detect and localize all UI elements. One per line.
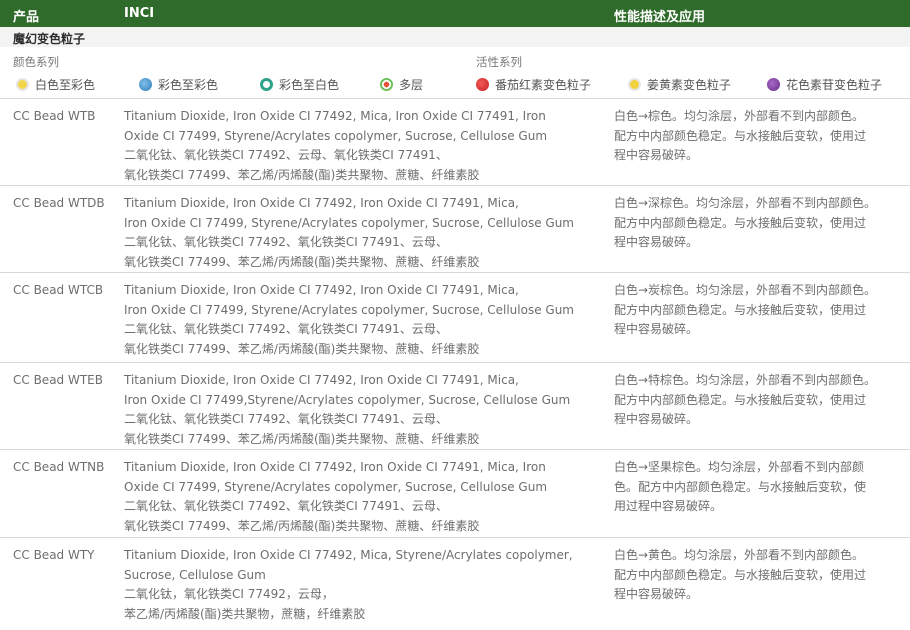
section-title-bar: 魔幻变色粒子 <box>0 27 910 47</box>
inci-line: 二氧化钛，氧化铁类CI 77492，云母， <box>124 587 334 601</box>
inci-line: Iron Oxide CI 77499,Styrene/Acrylates co… <box>124 392 571 407</box>
inci-line: Iron Oxide CI 77499, Styrene/Acrylates c… <box>124 302 574 317</box>
inci-line: 二氧化钛、氧化铁类CI 77492、氧化铁类CI 77491、云母、 <box>124 322 448 336</box>
teal-ring-icon <box>260 77 273 91</box>
inci-line: Titanium Dioxide, Iron Oxide CI 77492, I… <box>124 460 546 474</box>
inci-line: 氧化铁类CI 77499、苯乙烯/丙烯酸(酯)类共聚物、蔗糖、纤维素胶 <box>124 167 480 182</box>
inci-line: Titanium Dioxide, Iron Oxide CI 77492, I… <box>124 373 519 387</box>
table-row: CC Bead WTNB Titanium Dioxide, Iron Oxide… <box>0 449 910 538</box>
section-title: 魔幻变色粒子 <box>13 32 86 46</box>
table-row: CC Bead WTB Titanium Dioxide, Iron Oxide … <box>0 98 910 186</box>
red-dot-icon <box>476 77 489 91</box>
description-line: 白色→坚果棕色。均匀涂层，外部看不到内部颜 <box>614 460 865 474</box>
inci-line: 二氧化钛、氧化铁类CI 77492、云母、氧化铁类CI 77491、 <box>124 148 448 162</box>
description-line: 程中容易破碎。 <box>614 322 699 336</box>
description-text: 白色→特棕色。均匀涂层，外部看不到内部颜色。 配方中内部颜色稳定。与水接触后变软，… <box>614 371 898 430</box>
inci-line: Iron Oxide CI 77499, Styrene/Acrylates c… <box>124 215 574 230</box>
purple-dot-icon <box>767 77 780 91</box>
table-row: CC Bead WTY Titanium Dioxide, Iron Oxide … <box>0 537 910 630</box>
inci-text: Titanium Dioxide, Iron Oxide CI 77492, I… <box>124 281 589 359</box>
inci-text: Titanium Dioxide, Iron Oxide CI 77492, I… <box>124 371 589 449</box>
description-line: 程中容易破碎。 <box>614 587 699 601</box>
legend-item-curcumin: 姜黄素变色粒子 <box>628 75 731 93</box>
inci-line: Oxide CI 77499, Styrene/Acrylates copoly… <box>124 128 548 143</box>
inci-line: 二氧化钛、氧化铁类CI 77492、氧化铁类CI 77491、云母、 <box>124 412 448 426</box>
inci-text: Titanium Dioxide, Iron Oxide CI 77492, I… <box>124 458 589 536</box>
product-name: CC Bead WTB <box>13 109 96 123</box>
product-name: CC Bead WTDB <box>13 196 105 210</box>
blue-dot-icon <box>139 77 152 91</box>
inci-line: Titanium Dioxide, Iron Oxide CI 77492, M… <box>124 548 573 562</box>
header-description: 性能描述及应用 <box>614 10 706 25</box>
legend-item-color-to-white: 彩色至白色 <box>260 75 339 93</box>
legend-item-color-to-color: 彩色至彩色 <box>139 75 218 93</box>
inci-line: 二氧化钛、氧化铁类CI 77492、氧化铁类CI 77491、云母、 <box>124 499 448 513</box>
color-series-title: 颜色系列 <box>13 55 59 69</box>
multilayer-dot-icon <box>380 77 393 91</box>
inci-line: Sucrose, Cellulose Gum <box>124 567 266 582</box>
description-line: 白色→黄色。均匀涂层，外部看不到内部颜色。 <box>614 548 865 562</box>
inci-line: 二氧化钛、氧化铁类CI 77492、氧化铁类CI 77491、云母、 <box>124 235 448 249</box>
description-line: 配方中内部颜色稳定。与水接触后变软，使用过 <box>614 215 867 230</box>
yellow-dot-icon <box>16 77 29 91</box>
product-name: CC Bead WTCB <box>13 283 104 297</box>
legend-item-multilayer: 多层 <box>380 75 423 93</box>
legend-item-lycopene: 番茄红素变色粒子 <box>476 75 591 93</box>
inci-text: Titanium Dioxide, Iron Oxide CI 77492, M… <box>124 107 589 185</box>
description-line: 程中容易破碎。 <box>614 235 699 249</box>
description-line: 程中容易破碎。 <box>614 412 699 426</box>
description-line: 配方中内部颜色稳定。与水接触后变软，使用过 <box>614 128 867 143</box>
inci-line: 氧化铁类CI 77499、苯乙烯/丙烯酸(酯)类共聚物、蔗糖、纤维素胶 <box>124 518 480 533</box>
description-text: 白色→深棕色。均匀涂层，外部看不到内部颜色。 配方中内部颜色稳定。与水接触后变软，… <box>614 194 898 253</box>
description-text: 白色→黄色。均匀涂层，外部看不到内部颜色。 配方中内部颜色稳定。与水接触后变软，使… <box>614 546 898 605</box>
table-header: 产品 INCI 性能描述及应用 <box>0 0 910 27</box>
description-text: 白色→坚果棕色。均匀涂层，外部看不到内部颜 色。配方中内部颜色稳定。与水接触后变软… <box>614 458 898 517</box>
inci-text: Titanium Dioxide, Iron Oxide CI 77492, I… <box>124 194 589 272</box>
legend-item-white-to-color: 白色至彩色 <box>16 75 95 93</box>
description-line: 白色→深棕色。均匀涂层，外部看不到内部颜色。 <box>614 196 877 210</box>
inci-line: Titanium Dioxide, Iron Oxide CI 77492, I… <box>124 283 519 297</box>
table-row: CC Bead WTDB Titanium Dioxide, Iron Oxide… <box>0 185 910 273</box>
inci-line: 氧化铁类CI 77499、苯乙烯/丙烯酸(酯)类共聚物、蔗糖、纤维素胶 <box>124 431 480 446</box>
inci-text: Titanium Dioxide, Iron Oxide CI 77492, M… <box>124 546 589 624</box>
product-name: CC Bead WTEB <box>13 373 103 387</box>
inci-line: 氧化铁类CI 77499、苯乙烯/丙烯酸(酯)类共聚物、蔗糖、纤维素胶 <box>124 341 480 356</box>
table-row: CC Bead WTCB Titanium Dioxide, Iron Oxide… <box>0 272 910 363</box>
description-line: 白色→特棕色。均匀涂层，外部看不到内部颜色。 <box>614 373 877 387</box>
description-line: 用过程中容易破碎。 <box>614 499 723 513</box>
description-line: 白色→炭棕色。均匀涂层，外部看不到内部颜色。 <box>614 283 877 297</box>
description-text: 白色→棕色。均匀涂层，外部看不到内部颜色。 配方中内部颜色稳定。与水接触后变软，使… <box>614 107 898 166</box>
description-text: 白色→炭棕色。均匀涂层，外部看不到内部颜色。 配方中内部颜色稳定。与水接触后变软，… <box>614 281 898 340</box>
description-line: 白色→棕色。均匀涂层，外部看不到内部颜色。 <box>614 109 865 123</box>
active-series-title: 活性系列 <box>476 55 522 69</box>
inci-line: Oxide CI 77499, Styrene/Acrylates copoly… <box>124 479 548 494</box>
inci-line: 氧化铁类CI 77499、苯乙烯/丙烯酸(酯)类共聚物、蔗糖、纤维素胶 <box>124 254 480 269</box>
product-name: CC Bead WTY <box>13 548 95 562</box>
legend-item-anthocyanin: 花色素苷变色粒子 <box>767 75 882 93</box>
description-line: 配方中内部颜色稳定。与水接触后变软，使用过 <box>614 567 867 582</box>
inci-line: Titanium Dioxide, Iron Oxide CI 77492, I… <box>124 196 519 210</box>
header-inci: INCI <box>124 6 155 21</box>
header-product: 产品 <box>13 10 40 25</box>
description-line: 色。配方中内部颜色稳定。与水接触后变软，使 <box>614 479 867 494</box>
inci-line: Titanium Dioxide, Iron Oxide CI 77492, M… <box>124 109 546 123</box>
inci-line: 苯乙烯/丙烯酸(酯)类共聚物，蔗糖，纤维素胶 <box>124 606 366 621</box>
table-row: CC Bead WTEB Titanium Dioxide, Iron Oxide… <box>0 362 910 450</box>
yellow-dot-icon <box>628 77 641 91</box>
description-line: 配方中内部颜色稳定。与水接触后变软，使用过 <box>614 392 867 407</box>
product-name: CC Bead WTNB <box>13 460 105 474</box>
description-line: 程中容易破碎。 <box>614 148 699 162</box>
description-line: 配方中内部颜色稳定。与水接触后变软，使用过 <box>614 302 867 317</box>
